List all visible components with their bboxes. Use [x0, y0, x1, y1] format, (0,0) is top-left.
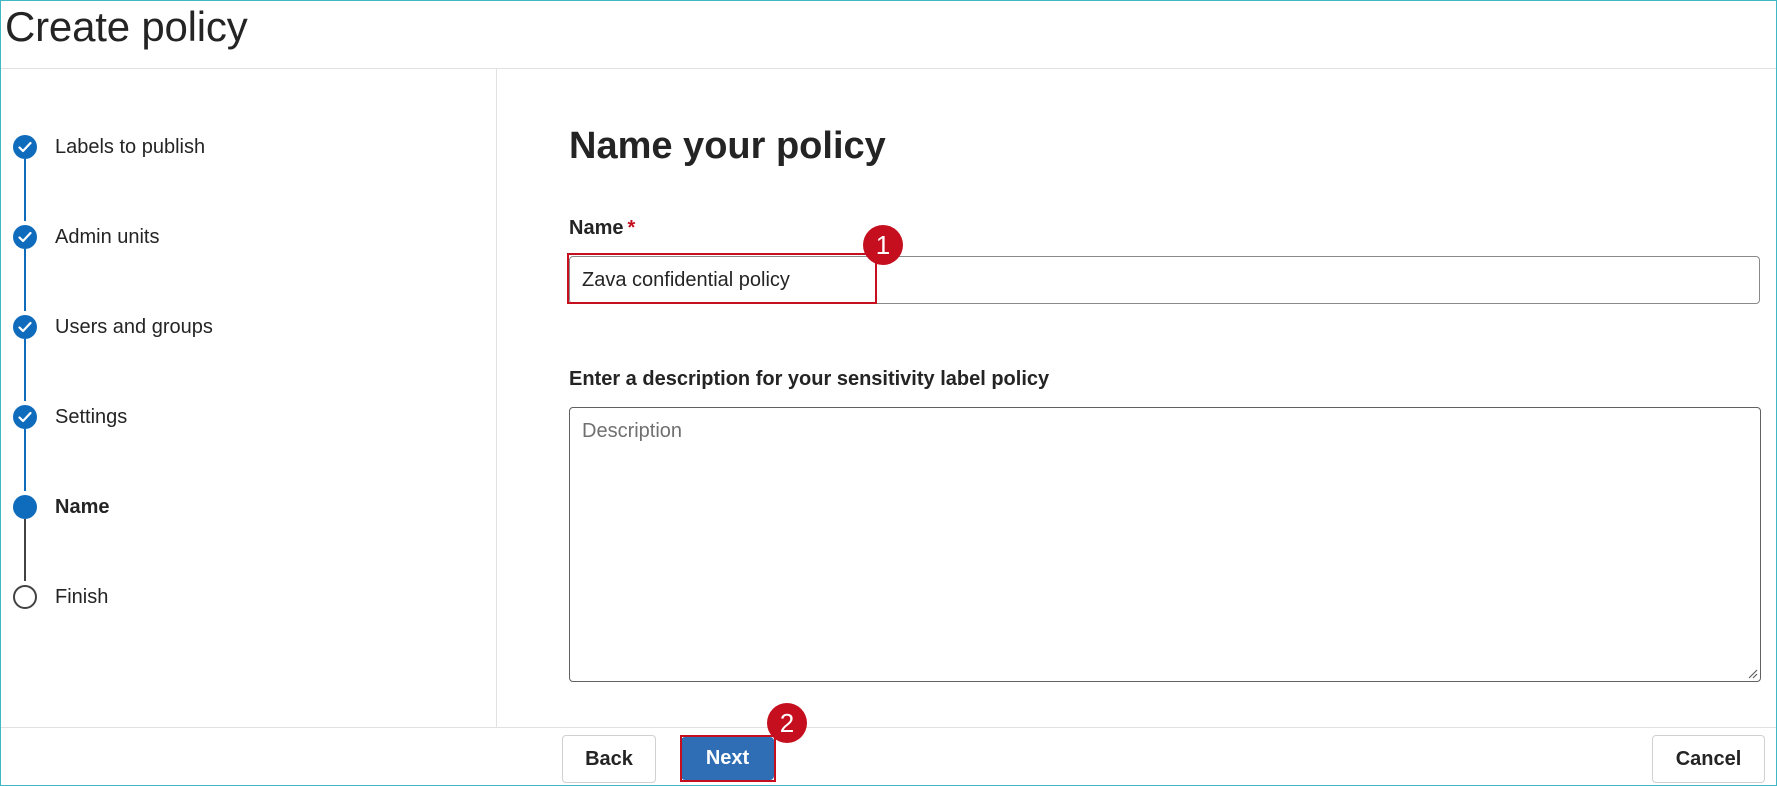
annotation-badge-2: 2 — [767, 703, 807, 743]
step-label: Labels to publish — [55, 135, 206, 158]
section-heading: Name your policy — [569, 125, 886, 167]
step-connector — [24, 339, 26, 401]
step-admin-units[interactable]: Admin units — [13, 224, 160, 250]
step-labels-to-publish[interactable]: Labels to publish — [13, 134, 205, 160]
create-policy-wizard: Create policy Labels to publish Admin un… — [0, 0, 1777, 786]
next-button[interactable]: Next — [681, 737, 774, 780]
step-label: Admin units — [55, 225, 160, 248]
checkmark-circle-icon — [13, 225, 37, 249]
step-label: Settings — [55, 405, 128, 428]
checkmark-circle-icon — [13, 405, 37, 429]
empty-circle-icon — [13, 585, 37, 609]
policy-name-input[interactable] — [569, 256, 1760, 304]
step-label: Name — [55, 495, 110, 518]
step-connector — [24, 429, 26, 491]
name-field-label: Name * — [569, 217, 636, 239]
checkmark-circle-icon — [13, 135, 37, 159]
policy-description-textarea[interactable] — [569, 407, 1761, 682]
description-field-label: Enter a description for your sensitivity… — [569, 368, 1050, 390]
filled-circle-icon — [13, 495, 37, 519]
checkmark-circle-icon — [13, 315, 37, 339]
step-connector — [24, 249, 26, 311]
step-users-and-groups[interactable]: Users and groups — [13, 314, 213, 340]
step-connector — [24, 519, 26, 581]
page-title: Create policy — [5, 3, 248, 50]
step-finish: Finish — [13, 584, 108, 610]
step-label: Users and groups — [55, 315, 213, 338]
annotation-badge-1: 1 — [863, 225, 903, 265]
resize-grip-icon[interactable] — [1746, 667, 1758, 679]
cancel-button[interactable]: Cancel — [1652, 735, 1765, 783]
footer-divider — [1, 727, 1776, 728]
panel-divider — [496, 69, 497, 727]
step-settings[interactable]: Settings — [13, 404, 127, 430]
header-divider — [1, 68, 1776, 69]
required-marker: * — [627, 217, 636, 239]
step-label: Finish — [55, 585, 109, 608]
step-connector — [24, 159, 26, 221]
step-name[interactable]: Name — [13, 494, 109, 520]
back-button[interactable]: Back — [562, 735, 656, 783]
